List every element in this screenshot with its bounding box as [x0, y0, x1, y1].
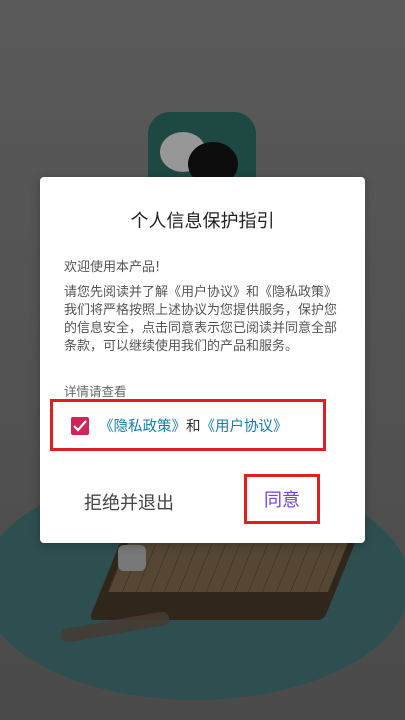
and-text: 和 — [186, 419, 201, 435]
agreement-checkbox-row: 《隐私政策》和《用户协议》 — [50, 399, 326, 451]
agree-button-highlight: 同意 — [244, 474, 320, 524]
agree-button[interactable]: 同意 — [247, 477, 317, 521]
welcome-text: 欢迎使用本产品! — [64, 260, 161, 275]
dialog-title: 个人信息保护指引 — [130, 211, 275, 232]
details-label: 详情请查看 — [64, 384, 127, 399]
check-icon — [73, 420, 87, 432]
agreement-links: 《隐私政策》和《用户协议》 — [99, 415, 288, 436]
dialog-body-text: 请您先阅读并了解《用户协议》和《隐私政策》我们将严格按照上述协议为您提供服务，保… — [64, 285, 338, 354]
refuse-exit-button[interactable]: 拒绝并退出 — [84, 489, 174, 515]
privacy-policy-link[interactable]: 《隐私政策》 — [99, 419, 186, 435]
user-agreement-link[interactable]: 《用户协议》 — [201, 419, 288, 435]
agreement-checkbox[interactable] — [71, 417, 89, 435]
privacy-dialog: 个人信息保护指引 欢迎使用本产品! 请您先阅读并了解《用户协议》和《隐私政策》我… — [40, 177, 365, 543]
